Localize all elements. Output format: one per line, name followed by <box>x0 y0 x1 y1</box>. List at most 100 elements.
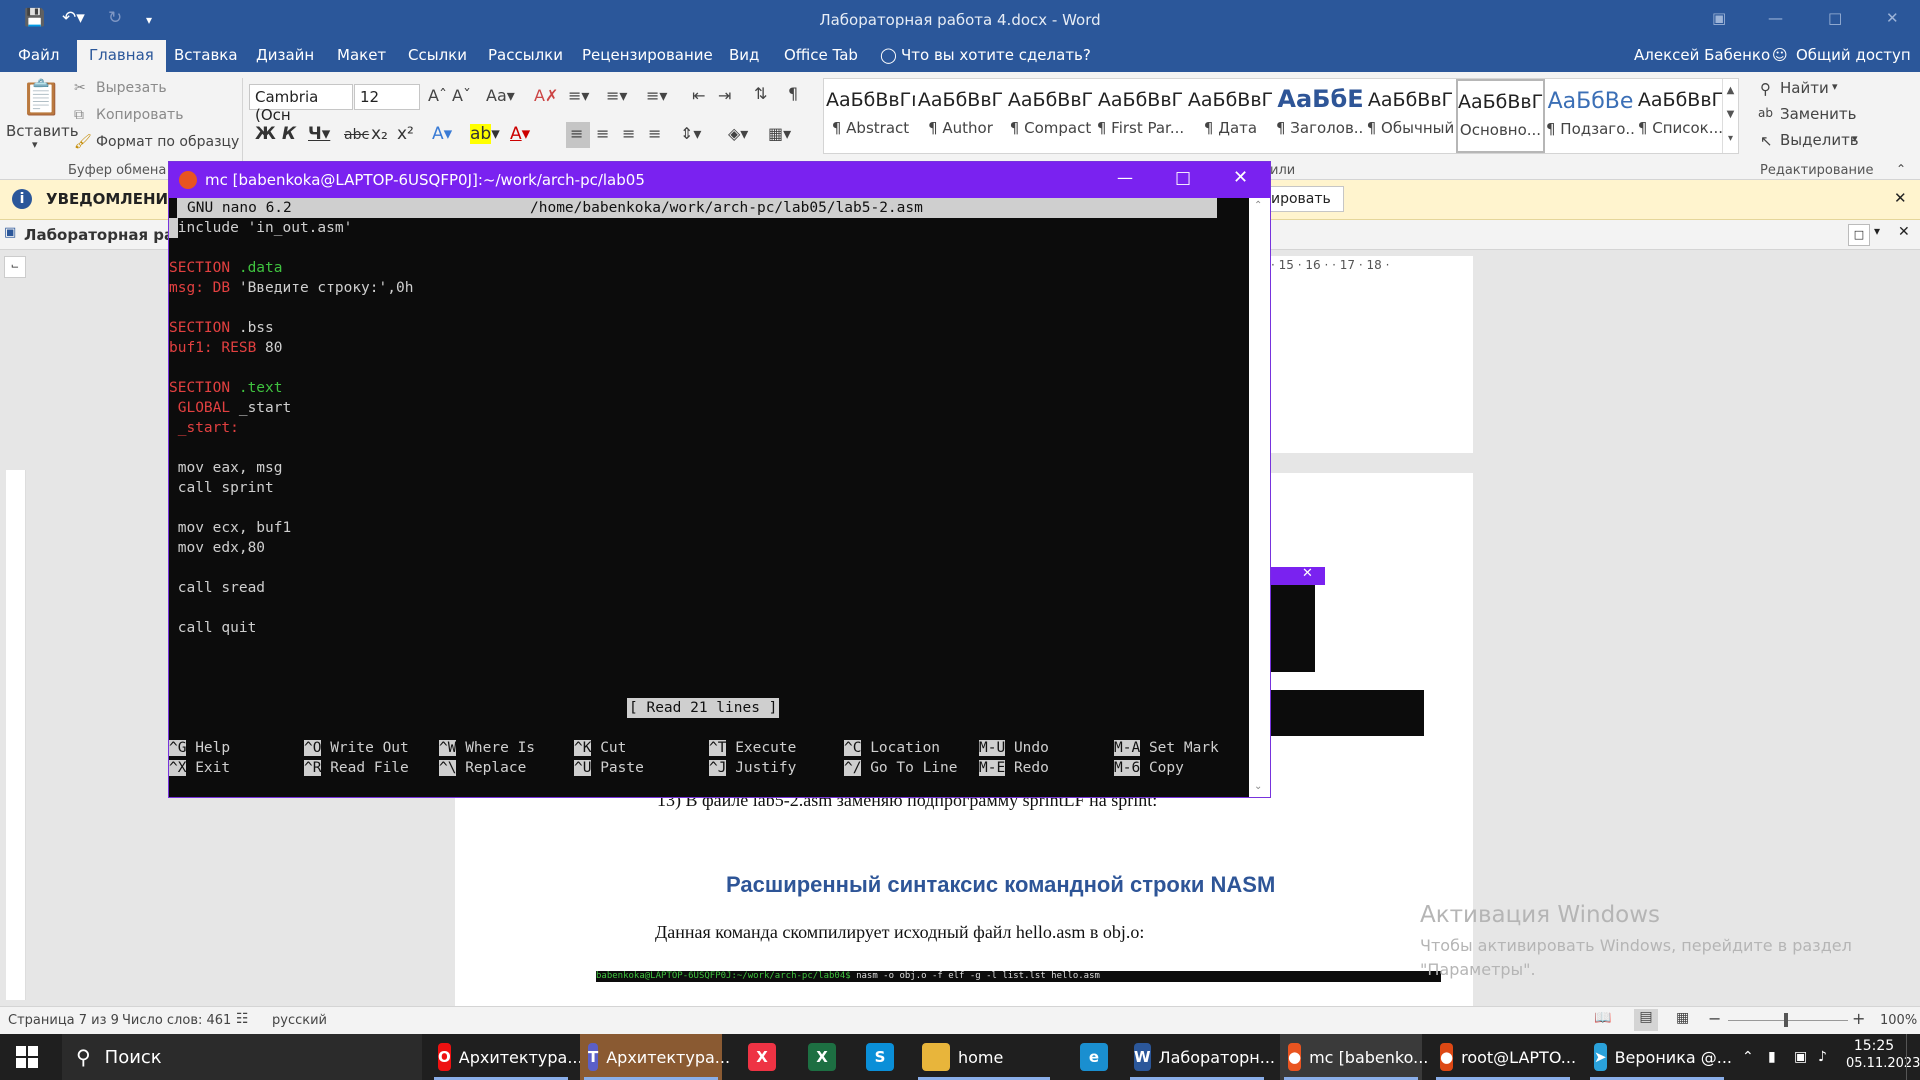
taskbar-item[interactable]: T Архитектура... <box>580 1034 730 1080</box>
taskbar-item[interactable]: X <box>800 1034 844 1080</box>
collapse-ribbon-icon[interactable]: ⌃ <box>1896 162 1906 176</box>
read-mode-icon[interactable]: 📖 <box>1594 1010 1611 1026</box>
print-layout-icon[interactable]: ▤ <box>1634 1009 1658 1031</box>
increase-indent-icon[interactable]: ⇥ <box>718 86 731 105</box>
style-abstract[interactable]: АаБбВвГг,¶ Abstract <box>826 79 915 153</box>
tab-file[interactable]: Файл <box>18 46 59 64</box>
bullets-icon[interactable]: ≡▾ <box>568 86 589 105</box>
text-effects-icon[interactable]: A▾ <box>432 124 452 144</box>
zoom-slider[interactable] <box>1728 1020 1848 1021</box>
taskbar-item[interactable]: ➤ Вероника @... <box>1586 1034 1732 1080</box>
bold-icon[interactable]: Ж <box>255 124 276 144</box>
font-size-select[interactable]: 12 <box>354 84 420 110</box>
tab-review[interactable]: Рецензирование <box>582 46 713 64</box>
borders-icon[interactable]: ▦▾ <box>768 124 791 143</box>
terminal-maximize-icon[interactable]: □ <box>1175 168 1191 188</box>
show-desktop[interactable] <box>1906 1034 1920 1080</box>
tab-home[interactable]: Главная <box>77 40 166 72</box>
ribbon-options-icon[interactable]: ▣ <box>1712 9 1726 27</box>
scissors-icon[interactable]: ✂ <box>74 80 86 96</box>
language[interactable]: русский <box>272 1013 327 1028</box>
battery-icon[interactable]: ▮ <box>1768 1034 1776 1080</box>
copy-button[interactable]: Копировать <box>96 107 183 123</box>
style-first-paragraph[interactable]: АаБбВвГ ¶ First Par... <box>1096 79 1185 153</box>
numbering-icon[interactable]: ≡▾ <box>606 86 627 105</box>
proofing-icon[interactable]: ☷ <box>236 1011 249 1027</box>
word-count[interactable]: Число слов: 461 <box>122 1013 231 1028</box>
new-tab-icon[interactable]: □ <box>1848 224 1870 246</box>
tab-mailings[interactable]: Рассылки <box>488 46 563 64</box>
style-normal[interactable]: АаБбВвГ ¶ Обычный <box>1366 79 1455 153</box>
volume-icon[interactable]: ♪ <box>1818 1034 1827 1080</box>
decrease-indent-icon[interactable]: ⇤ <box>692 86 705 105</box>
minimize-icon[interactable]: — <box>1768 9 1783 27</box>
close-icon[interactable]: ✕ <box>1886 9 1899 27</box>
tab-view[interactable]: Вид <box>729 46 759 64</box>
style-body-text[interactable]: АаБбВвГ Основно... <box>1456 79 1545 153</box>
style-heading[interactable]: АаБбЕ ¶ Заголов... <box>1276 79 1365 153</box>
sort-icon[interactable]: ⇅ <box>754 84 767 103</box>
zoom-out-icon[interactable]: − <box>1708 1009 1721 1028</box>
network-icon[interactable]: ▣ <box>1794 1034 1807 1080</box>
terminal-close-icon[interactable]: ✕ <box>1233 167 1248 188</box>
format-painter-button[interactable]: Формат по образцу <box>96 134 239 150</box>
scroll-up-icon[interactable]: ⌃ <box>1254 200 1262 211</box>
windows-start-icon[interactable] <box>16 1034 38 1080</box>
terminal-title-bar[interactable]: mc [babenkoka@LAPTOP-6USQFP0J]:~/work/ar… <box>169 162 1270 198</box>
search-icon[interactable]: ⚲ <box>1760 80 1771 98</box>
taskbar-item[interactable]: O Архитектура... <box>430 1034 583 1080</box>
paste-dropdown-icon[interactable]: ▾ <box>32 138 38 151</box>
share-button[interactable]: Общий доступ <box>1796 46 1911 64</box>
pilcrow-icon[interactable]: ¶ <box>788 84 798 103</box>
web-layout-icon[interactable]: ▦ <box>1676 1010 1689 1026</box>
taskbar-item[interactable]: W Лабораторн... <box>1126 1034 1275 1080</box>
terminal-minimize-icon[interactable]: — <box>1117 168 1133 187</box>
select-dropdown-icon[interactable]: ▾ <box>1852 132 1858 145</box>
zoom-in-icon[interactable]: + <box>1852 1009 1865 1028</box>
tab-layout[interactable]: Макет <box>337 46 386 64</box>
underline-icon[interactable]: Ч▾ <box>308 124 330 144</box>
shading-icon[interactable]: ◈▾ <box>728 124 748 143</box>
zoom-level[interactable]: 100% <box>1880 1013 1917 1028</box>
paste-button[interactable]: Вставить <box>6 122 79 140</box>
select-icon[interactable]: ↖ <box>1760 132 1773 150</box>
copy-icon[interactable]: ⧉ <box>74 107 84 123</box>
taskbar-item[interactable]: S <box>858 1034 902 1080</box>
font-name-select[interactable]: Cambria (Осн <box>249 84 353 124</box>
clock[interactable]: 15:25 05.11.2023 <box>1846 1038 1920 1071</box>
terminal-window[interactable]: mc [babenkoka@LAPTOP-6USQFP0J]:~/work/ar… <box>168 161 1271 798</box>
style-date[interactable]: АаБбВвГ ¶ Дата <box>1186 79 1275 153</box>
close-notification-icon[interactable]: ✕ <box>1894 189 1907 207</box>
format-painter-icon[interactable]: 🖌 <box>74 134 92 150</box>
taskbar-item[interactable]: ● mc [babenko... <box>1280 1034 1428 1080</box>
style-author[interactable]: АаБбВвГ ¶ Author <box>916 79 1005 153</box>
replace-button[interactable]: Заменить <box>1780 105 1857 123</box>
page-count[interactable]: Страница 7 из 9 <box>8 1013 119 1028</box>
taskbar-search[interactable]: ⚲ Поиск <box>62 1034 422 1080</box>
tray-chevron-icon[interactable]: ⌃ <box>1742 1034 1754 1080</box>
highlight-icon[interactable]: ab▾ <box>470 124 500 144</box>
zoom-slider-thumb[interactable] <box>1784 1013 1788 1027</box>
multilevel-list-icon[interactable]: ≡▾ <box>646 86 667 105</box>
user-name[interactable]: Алексей Бабенко <box>1634 46 1770 64</box>
align-right-icon[interactable]: ≡ <box>622 124 635 143</box>
tab-insert[interactable]: Вставка <box>174 46 238 64</box>
find-dropdown-icon[interactable]: ▾ <box>1832 80 1838 93</box>
tab-list-icon[interactable]: ▾ <box>1874 224 1880 238</box>
close-doc-tab-icon[interactable]: ✕ <box>1898 224 1910 240</box>
taskbar-item[interactable]: ● root@LAPTO... <box>1432 1034 1576 1080</box>
select-button[interactable]: Выделить <box>1780 131 1859 149</box>
justify-icon[interactable]: ≡ <box>648 124 661 143</box>
cut-button[interactable]: Вырезать <box>96 80 167 96</box>
style-list[interactable]: АаБбВвГ ¶ Список... <box>1636 79 1725 153</box>
style-compact[interactable]: АаБбВвГ ¶ Compact <box>1006 79 1095 153</box>
tell-me-box[interactable]: Что вы хотите сделать? <box>901 46 1091 64</box>
italic-icon[interactable]: К <box>282 124 296 144</box>
scroll-down-icon[interactable]: ⌄ <box>1254 781 1262 792</box>
line-spacing-icon[interactable]: ⇕▾ <box>680 124 701 143</box>
superscript-icon[interactable]: x² <box>397 124 414 144</box>
clear-format-icon[interactable]: A✗ <box>534 86 558 105</box>
strikethrough-icon[interactable]: abc <box>344 127 369 143</box>
shrink-font-icon[interactable]: Aˇ <box>452 86 471 105</box>
taskbar-item[interactable]: home <box>914 1034 1054 1080</box>
